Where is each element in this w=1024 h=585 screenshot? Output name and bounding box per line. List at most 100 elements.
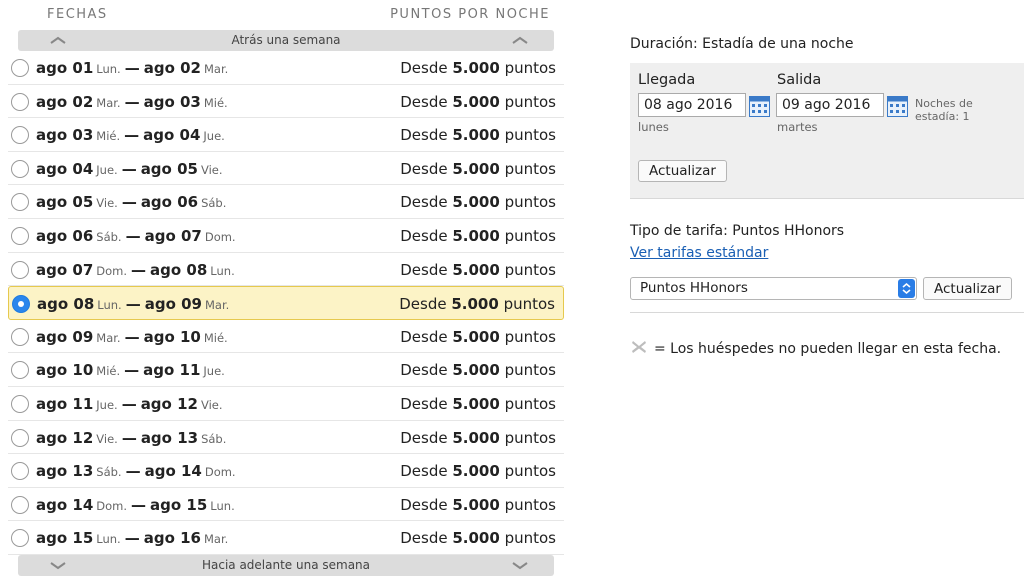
date-radio[interactable] [11, 462, 29, 481]
standard-rates-link[interactable]: Ver tarifas estándar [630, 245, 768, 261]
date-radio[interactable] [11, 59, 29, 77]
date-radio[interactable] [11, 327, 29, 346]
points-value: 5.000 [452, 59, 500, 77]
date-row[interactable]: ago 02 Mar. — ago 03 Mié. Desde 5.000 puntos [8, 85, 564, 119]
points-price: Desde 5.000 puntos [400, 59, 556, 77]
date-row[interactable]: ago 06 Sáb. — ago 07 Dom. Desde 5.000 puntos [8, 219, 564, 253]
price-prefix: Desde [400, 462, 448, 481]
date-radio[interactable] [11, 529, 29, 548]
date-row[interactable]: ago 09 Mar. — ago 10 Mié. Desde 5.000 puntos [8, 320, 564, 354]
points-price: Desde 5.000 puntos [400, 496, 556, 514]
prev-week-label: Atrás una semana [231, 33, 341, 47]
arrival-date: ago 09 [36, 327, 94, 346]
date-list: ago 01 Lun. — ago 02 Mar. Desde 5.000 puntos a… [8, 51, 564, 555]
date-range: ago 13 Sáb. — ago 14 Dom. [36, 462, 240, 480]
departure-weekday: Lun. [210, 498, 235, 513]
arrival-date: ago 04 [36, 159, 94, 178]
points-value: 5.000 [452, 260, 500, 279]
departure-date: ago 06 [140, 193, 199, 212]
points-value: 5.000 [452, 394, 500, 413]
date-row[interactable]: ago 01 Lun. — ago 02 Mar. Desde 5.000 puntos [8, 51, 564, 85]
dates-panel: FECHAS PUNTOS POR NOCHE Atrás una semana… [0, 0, 565, 585]
date-radio[interactable] [11, 260, 29, 279]
chevron-down-icon [46, 555, 70, 576]
checkout-label: Salida [777, 72, 822, 88]
departure-date: ago 08 [150, 260, 208, 279]
update-dates-button[interactable]: Actualizar [638, 160, 727, 182]
next-week-label: Hacia adelante una semana [201, 558, 371, 572]
date-range: ago 14 Dom. — ago 15 Lun. [36, 496, 239, 514]
date-row[interactable]: ago 11 Jue. — ago 12 Vie. Desde 5.000 puntos [8, 387, 564, 421]
arrival-weekday: Lun. [96, 532, 121, 547]
date-radio[interactable] [11, 428, 29, 447]
calendar-icon[interactable] [887, 96, 908, 117]
range-dash: — [124, 59, 140, 77]
arrival-date: ago 07 [36, 260, 94, 279]
points-price: Desde 5.000 puntos [400, 93, 556, 111]
checkin-date-input[interactable] [638, 93, 746, 117]
date-radio[interactable] [11, 495, 29, 514]
date-row[interactable]: ago 14 Dom. — ago 15 Lun. Desde 5.000 puntos [8, 488, 564, 522]
date-radio[interactable] [11, 226, 29, 245]
points-unit: puntos [504, 495, 556, 514]
points-value: 5.000 [452, 529, 500, 548]
points-unit: puntos [504, 159, 556, 178]
points-price: Desde 5.000 puntos [400, 395, 556, 413]
date-row[interactable]: ago 13 Sáb. — ago 14 Dom. Desde 5.000 puntos [8, 454, 564, 488]
prev-week-button[interactable]: Atrás una semana [18, 30, 554, 51]
date-radio[interactable] [11, 92, 29, 111]
date-range: ago 04 Jue. — ago 05 Vie. [36, 160, 227, 178]
range-dash: — [121, 394, 137, 413]
arrival-weekday: Dom. [96, 263, 128, 278]
checkout-date-input[interactable] [776, 93, 884, 117]
date-row[interactable]: ago 10 Mié. — ago 11 Jue. Desde 5.000 puntos [8, 353, 564, 387]
points-value: 5.000 [452, 462, 500, 481]
arrival-weekday: Jue. [96, 397, 118, 412]
arrival-date: ago 03 [36, 126, 94, 145]
price-prefix: Desde [400, 260, 448, 279]
update-rate-button[interactable]: Actualizar [923, 277, 1012, 300]
points-unit: puntos [503, 295, 555, 314]
arrival-weekday: Lun. [97, 298, 122, 313]
points-value: 5.000 [452, 159, 500, 178]
points-price: Desde 5.000 puntos [400, 529, 556, 547]
date-range: ago 09 Mar. — ago 10 Mié. [36, 328, 232, 346]
range-dash: — [121, 193, 137, 212]
date-radio[interactable] [12, 295, 30, 314]
date-row[interactable]: ago 04 Jue. — ago 05 Vie. Desde 5.000 puntos [8, 152, 564, 186]
points-price: Desde 5.000 puntos [400, 193, 556, 211]
calendar-icon[interactable] [749, 96, 770, 117]
range-dash: — [121, 159, 137, 178]
date-row[interactable]: ago 12 Vie. — ago 13 Sáb. Desde 5.000 puntos [8, 421, 564, 455]
rate-type-text: Tipo de tarifa: Puntos HHonors [630, 223, 845, 239]
date-radio[interactable] [11, 193, 29, 212]
date-radio[interactable] [11, 126, 29, 145]
date-range: ago 08 Lun. — ago 09 Mar. [37, 295, 233, 313]
date-radio[interactable] [11, 159, 29, 178]
duration-text: Duración: Estadía de una noche [630, 36, 854, 52]
range-dash: — [131, 495, 147, 514]
price-prefix: Desde [400, 495, 448, 514]
date-radio[interactable] [11, 361, 29, 380]
date-row[interactable]: ago 07 Dom. — ago 08 Lun. Desde 5.000 puntos [8, 253, 564, 287]
date-row[interactable]: ago 15 Lun. — ago 16 Mar. Desde 5.000 puntos [8, 521, 564, 555]
points-value: 5.000 [452, 126, 500, 145]
points-unit: puntos [504, 92, 556, 111]
points-price: Desde 5.000 puntos [400, 462, 556, 480]
date-row[interactable]: ago 08 Lun. — ago 09 Mar. Desde 5.000 puntos [8, 286, 564, 320]
next-week-button[interactable]: Hacia adelante una semana [18, 555, 554, 576]
date-row[interactable]: ago 03 Mié. — ago 04 Jue. Desde 5.000 puntos [8, 118, 564, 152]
points-unit: puntos [504, 260, 556, 279]
points-price: Desde 5.000 puntos [400, 261, 556, 279]
x-icon [630, 339, 648, 355]
points-unit: puntos [504, 361, 556, 380]
date-row[interactable]: ago 05 Vie. — ago 06 Sáb. Desde 5.000 puntos [8, 185, 564, 219]
arrival-weekday: Mié. [96, 364, 121, 379]
points-unit: puntos [504, 126, 556, 145]
price-prefix: Desde [400, 126, 448, 145]
rate-select[interactable]: Puntos HHonors [630, 277, 917, 300]
departure-weekday: Mar. [203, 62, 229, 76]
date-radio[interactable] [11, 394, 29, 413]
points-price: Desde 5.000 puntos [399, 295, 555, 313]
stay-details-panel: Duración: Estadía de una noche Llegada l… [630, 0, 1024, 585]
